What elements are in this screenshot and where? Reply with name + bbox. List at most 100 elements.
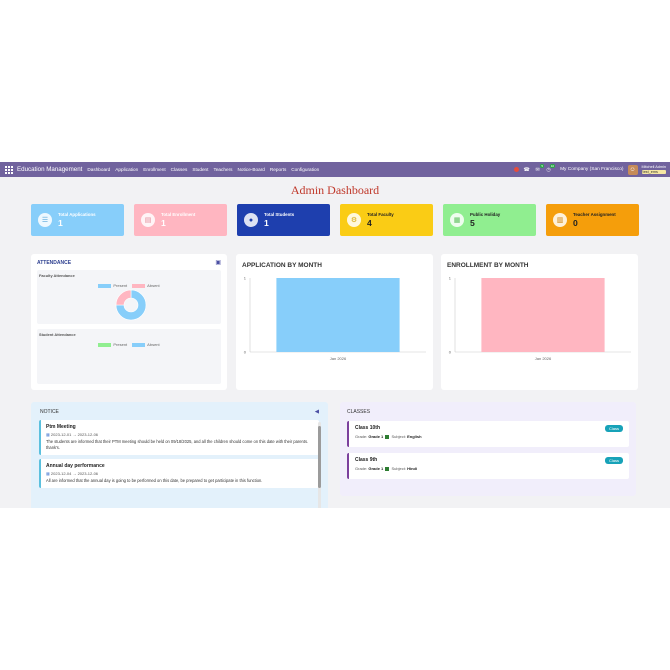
bar[interactable] [276, 278, 400, 352]
faculty-legend: Present Absent [39, 283, 219, 288]
main-menu: Dashboard Application Enrollment Classes… [87, 167, 319, 172]
class-card[interactable]: Class 9th Grade: Grade 1 Subject: Hindi … [347, 453, 629, 479]
bar[interactable] [481, 278, 605, 352]
chat-icon[interactable]: ✉ 5 [534, 164, 545, 173]
class-grade: Grade 1 [368, 434, 384, 439]
legend-present[interactable]: Present [98, 342, 127, 347]
menu-teachers[interactable]: Teachers [213, 167, 232, 172]
enrollment-chart-title: ENROLLMENT BY MONTH [447, 262, 529, 269]
stat-cards: ☰ Total Applications 1 ▤ Total Enrollment… [31, 204, 639, 236]
card-label: Teacher Assignment [573, 212, 616, 217]
megaphone-icon: ◀ [314, 409, 319, 415]
y-tick-label: 0 [244, 350, 247, 355]
application-by-month-chart: 0 1 Jan 2026 [244, 276, 426, 361]
menu-configuration[interactable]: Configuration [291, 167, 319, 172]
calendar-icon[interactable]: ▣ [215, 259, 221, 266]
menu-reports[interactable]: Reports [270, 167, 286, 172]
faculty-attendance-title: Faculty Attendance [39, 273, 75, 278]
enrollment-by-month-chart: 0 1 Jan 2026 [449, 276, 631, 361]
donut-slice-absent[interactable] [115, 289, 132, 306]
enrollment-chart-panel: ENROLLMENT BY MONTH 0 1 Jan 2026 [441, 254, 638, 390]
x-tick-label: Jan 2026 [330, 356, 347, 361]
card-teacher-assignment[interactable]: ▥ Teacher Assignment 0 [546, 204, 639, 236]
notice-title: NOTICE [40, 409, 59, 415]
class-badge: Class [604, 425, 623, 432]
phone-icon[interactable]: ☎ [523, 166, 530, 173]
y-tick-label: 0 [449, 350, 452, 355]
menu-application[interactable]: Application [115, 167, 138, 172]
user-menu[interactable]: Mitchell Admin test_ems [641, 165, 666, 174]
card-total-enrollment[interactable]: ▤ Total Enrollment 1 [134, 204, 227, 236]
classes-panel: CLASSES Class 10th Grade: Grade 1 Subjec… [340, 402, 636, 496]
top-navbar: Education Management Dashboard Applicati… [0, 162, 670, 177]
company-switcher[interactable]: My Company (San Francisco) [560, 167, 623, 172]
notice-item[interactable]: Ptm Meeting ▦ 2023-12-01 → 2023-12-06 Th… [39, 420, 319, 455]
user-name: Mitchell Admin [641, 165, 666, 169]
card-value: 1 [161, 218, 166, 228]
student-attendance-title: Student Attendance [39, 332, 76, 337]
card-total-students[interactable]: ● Total Students 1 [237, 204, 330, 236]
card-total-applications[interactable]: ☰ Total Applications 1 [31, 204, 124, 236]
notice-item-title: Ptm Meeting [46, 424, 76, 430]
card-value: 5 [470, 218, 475, 228]
student-legend: Present Absent [39, 342, 219, 347]
card-label: Total Applications [58, 212, 96, 217]
database-name: test_ems [641, 169, 666, 174]
class-name: Class 10th [355, 425, 381, 431]
card-label: Total Students [264, 212, 295, 217]
card-total-faculty[interactable]: ⚙ Total Faculty 4 [340, 204, 433, 236]
notice-scrollbar[interactable] [318, 422, 321, 508]
menu-enrollment[interactable]: Enrollment [143, 167, 165, 172]
attendance-panel: ATTENDANCE ▣ Faculty Attendance Present … [31, 254, 227, 390]
class-meta: Grade: Grade 1 Subject: Hindi [355, 466, 418, 471]
notice-item-body: The students are informed that their PTM… [46, 439, 309, 450]
notice-item[interactable]: Annual day performance ▦ 2023-12-04 → 20… [39, 459, 319, 488]
menu-classes[interactable]: Classes [171, 167, 188, 172]
user-avatar[interactable]: ☺ [627, 164, 638, 175]
notice-item-date: ▦ 2023-12-04 → 2023-12-06 [46, 471, 99, 476]
app-brand[interactable]: Education Management [17, 166, 82, 173]
card-public-holiday[interactable]: ▦ Public Holiday 5 [443, 204, 536, 236]
chat-badge: 5 [540, 164, 545, 168]
menu-dashboard[interactable]: Dashboard [87, 167, 110, 172]
calendar-icon: ▦ [450, 213, 464, 227]
class-subject: Hindi [407, 466, 418, 471]
list-icon: ☰ [38, 213, 52, 227]
class-name: Class 9th [355, 457, 378, 463]
book-icon [385, 434, 390, 439]
faculty-attendance-panel: Faculty Attendance Present Absent [37, 270, 221, 324]
classes-title: CLASSES [347, 409, 371, 415]
page-title: Admin Dashboard [290, 183, 380, 197]
activity-clock-icon[interactable]: ◷ 10 [545, 164, 556, 173]
book-icon [385, 466, 390, 471]
user-icon: ● [244, 213, 258, 227]
legend-present[interactable]: Present [98, 283, 127, 288]
card-label: Public Holiday [470, 212, 501, 217]
class-card[interactable]: Class 10th Grade: Grade 1 Subject: Engli… [347, 421, 629, 447]
gears-icon: ⚙ [347, 213, 361, 227]
attendance-title: ATTENDANCE [37, 259, 72, 266]
legend-absent[interactable]: Absent [132, 283, 160, 288]
card-value: 1 [58, 218, 63, 228]
bug-icon[interactable] [514, 167, 520, 172]
navbar-systray: ☎ ✉ 5 ◷ 10 My Company (San Francisco) ☺ Mi… [514, 162, 666, 177]
class-grade: Grade 1 [368, 466, 384, 471]
application-chart-title: APPLICATION BY MONTH [242, 262, 322, 269]
class-meta: Grade: Grade 1 Subject: English [355, 434, 422, 439]
menu-student[interactable]: Student [192, 167, 208, 172]
class-badge: Class [604, 457, 623, 464]
notice-item-date: ▦ 2023-12-01 → 2023-12-06 [46, 432, 99, 437]
app-menu-icon[interactable] [5, 165, 13, 174]
y-tick-label: 1 [449, 276, 452, 281]
card-value: 0 [573, 218, 578, 228]
scrollbar-thumb[interactable] [318, 426, 321, 488]
app-root: Education Management Dashboard Applicati… [0, 162, 670, 508]
legend-absent[interactable]: Absent [132, 342, 160, 347]
application-chart-panel: APPLICATION BY MONTH 0 1 Jan 2026 [236, 254, 433, 390]
menu-notice-board[interactable]: Notice-Board [238, 167, 265, 172]
student-attendance-panel: Student Attendance Present Absent [37, 329, 221, 384]
notice-item-title: Annual day performance [46, 463, 105, 469]
faculty-attendance-donut [115, 289, 147, 321]
activity-badge: 10 [549, 164, 556, 168]
class-subject: English [407, 434, 422, 439]
